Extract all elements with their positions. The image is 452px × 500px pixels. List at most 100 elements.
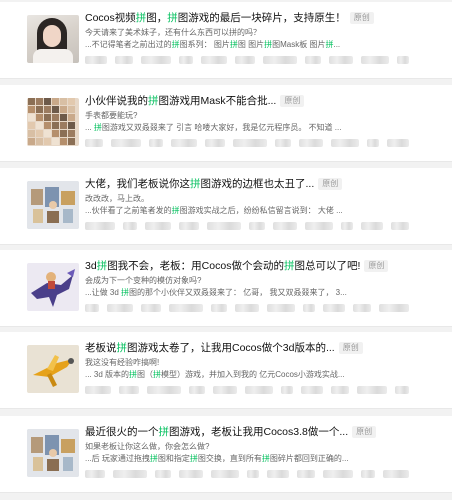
blurred-text-block [119,386,139,394]
blurred-text-block [305,222,333,230]
blurred-text-block [245,386,273,394]
keyword-highlight: 拼 [158,426,170,439]
article-title[interactable]: 小伙伴说我的拼图游戏用Mask不能合批... 原创 [85,93,445,109]
blurred-text-block [273,222,297,230]
blurred-text-block [179,56,193,64]
original-badge: 原创 [338,342,363,355]
text-segment: 图交换，直到所有 [197,454,262,463]
blurred-text-block [361,470,375,478]
blurred-text-block [211,470,239,478]
pixel-scene-thumbnail[interactable] [27,181,79,229]
tile-grid-thumbnail[interactable] [27,98,79,146]
text-segment: ... 3d 版本的 [85,370,130,379]
blurred-text-block [123,222,137,230]
blurred-text-block [341,222,353,230]
blurred-text-block [267,304,295,312]
article-title-text[interactable]: 最近很火的一个拼图游戏，老板让我用Cocos3.8做一个... [85,426,348,438]
article-meta-blurred [85,56,445,66]
article-title-text[interactable]: 老板说拼图游戏太卷了，让我用Cocos做个3d版本的... [85,342,335,354]
text-segment: 图和指定 [157,454,190,463]
article-title-text[interactable]: 大佬，我们老板说你这拼图游戏的边框也太丑了... [85,178,314,190]
blurred-text-block [233,139,267,147]
blurred-text-block [107,304,133,312]
blurred-text-block [305,56,321,64]
pixel-scene-thumbnail[interactable] [27,429,79,477]
blurred-text-block [379,304,409,312]
article-subtitle: 改改改，马上改。 [85,194,149,203]
dragon-rider-thumbnail[interactable] [27,263,79,311]
blurred-text-block [113,470,147,478]
text-segment: 图 图片 [237,40,265,49]
text-segment: 老板说 [85,342,117,355]
article-meta-blurred [85,222,445,232]
blurred-text-block [85,222,115,230]
text-segment: 图游戏，老板让我用Cocos3.8做一个... [169,426,349,439]
article-meta-blurred [85,386,445,396]
blurred-text-block [207,222,241,230]
text-segment: ...后 玩家通过拖拽 [85,454,150,463]
article-excerpt: ...让做 3d 拼图的那个小伙伴又双叒叕来了： 亿哥， 我又双叒叕来了， 3.… [85,287,445,299]
blurred-text-block [367,139,379,147]
keyword-highlight: 拼 [261,454,270,463]
text-segment: 图游戏太卷了，让我用Cocos做个3d版本的... [127,342,335,355]
blurred-text-block [323,470,353,478]
article-title[interactable]: 最近很火的一个拼图游戏，老板让我用Cocos3.8做一个... 原创 [85,424,445,440]
keyword-highlight: 拼 [264,40,273,49]
article-title[interactable]: 大佬，我们老板说你这拼图游戏的边框也太丑了... 原创 [85,176,445,192]
article-title-text[interactable]: 小伙伴说我的拼图游戏用Mask不能合批... [85,95,276,107]
blurred-text-block [211,304,227,312]
article-title-text[interactable]: 3d拼图我不会，老板：用Cocos做个会动的拼图总可以了吧! [85,260,360,272]
article-title[interactable]: Cocos视频拼图，拼图游戏的最后一块碎片，支持原生！ 原创 [85,10,445,26]
blurred-text-block [189,386,205,394]
article-excerpt: ...伙伴看了之前笔者发的拼图游戏实战之后，纷纷私信留言说到： 大佬 ... [85,205,445,217]
article-card[interactable]: Cocos视频拼图，拼图游戏的最后一块碎片，支持原生！ 原创 今天请来了美术妹子，还… [0,2,452,79]
article-title[interactable]: 3d拼图我不会，老板：用Cocos做个会动的拼图总可以了吧! 原创 [85,258,445,274]
blurred-text-block [235,304,259,312]
article-title[interactable]: 老板说拼图游戏太卷了，让我用Cocos做个3d版本的... 原创 [85,340,445,356]
blurred-text-block [145,222,171,230]
keyword-highlight: 拼 [171,206,180,215]
airplane-thumbnail[interactable] [27,345,79,393]
article-card[interactable]: 最近很火的一个拼图游戏，老板让我用Cocos3.8做一个... 原创 如果老板让你这… [0,416,452,493]
text-segment: ...不记得笔者之前出过的 [85,40,172,49]
blurred-text-block [115,56,133,64]
text-segment: Cocos视频 [85,12,136,25]
girl-portrait-thumbnail[interactable] [27,15,79,63]
blurred-text-block [301,386,323,394]
text-segment: 图游戏实战之后，纷纷私信留言说到： 大佬 ... [179,206,343,215]
text-segment: 图碎片都回到正确的... [269,454,349,463]
keyword-highlight: 拼 [135,12,147,25]
blurred-text-block [235,56,255,64]
text-segment: 模型）游戏，并加入到我的 亿元Cocos小游戏实战... [161,370,345,379]
keyword-highlight: 拼 [283,260,295,273]
blurred-text-block [169,304,203,312]
blurred-text-block [353,304,371,312]
blurred-text-block [85,304,99,312]
blurred-text-block [141,304,161,312]
blurred-text-block [357,386,387,394]
article-card[interactable]: 3d拼图我不会，老板：用Cocos做个会动的拼图总可以了吧! 原创会成为下一个变种… [0,250,452,327]
keyword-highlight: 拼 [121,288,130,297]
blurred-text-block [249,222,265,230]
blurred-text-block [275,139,291,147]
blurred-text-block [303,304,315,312]
keyword-highlight: 拼 [190,178,201,191]
blurred-text-block [329,56,353,64]
article-card[interactable]: 老板说拼图游戏太卷了，让我用Cocos做个3d版本的... 原创 我这没有经验咋搞啊… [0,332,452,409]
article-card[interactable]: 小伙伴说我的拼图游戏用Mask不能合批... 原创 手表都要能玩?... 拼图游戏又… [0,85,452,162]
text-segment: 图游戏用Mask不能合批... [158,95,277,108]
keyword-highlight: 拼 [96,260,108,273]
article-card[interactable]: 大佬，我们老板说你这拼图游戏的边框也太丑了... 原创改改改，马上改。 ...伙伴看… [0,168,452,245]
article-excerpt: ...不记得笔者之前出过的拼图系列： 图片拼图 图片拼图Mask板 图片拼... [85,39,445,51]
original-badge: 原创 [364,260,389,273]
text-segment: 图的那个小伙伴又双叒叕来了： 亿哥， 我又双叒叕来了， 3... [129,288,347,297]
keyword-highlight: 拼 [171,40,180,49]
keyword-highlight: 拼 [116,342,128,355]
blurred-text-block [383,470,409,478]
article-title-text[interactable]: Cocos视频拼图，拼图游戏的最后一块碎片，支持原生！ [85,12,346,24]
text-segment: 图， [146,12,168,25]
blurred-text-block [331,386,349,394]
original-badge: 原创 [349,12,374,25]
article-subtitle: 会成为下一个变种的模仿对象吗? [85,276,202,285]
text-segment: 图Mask板 图片 [272,40,326,49]
